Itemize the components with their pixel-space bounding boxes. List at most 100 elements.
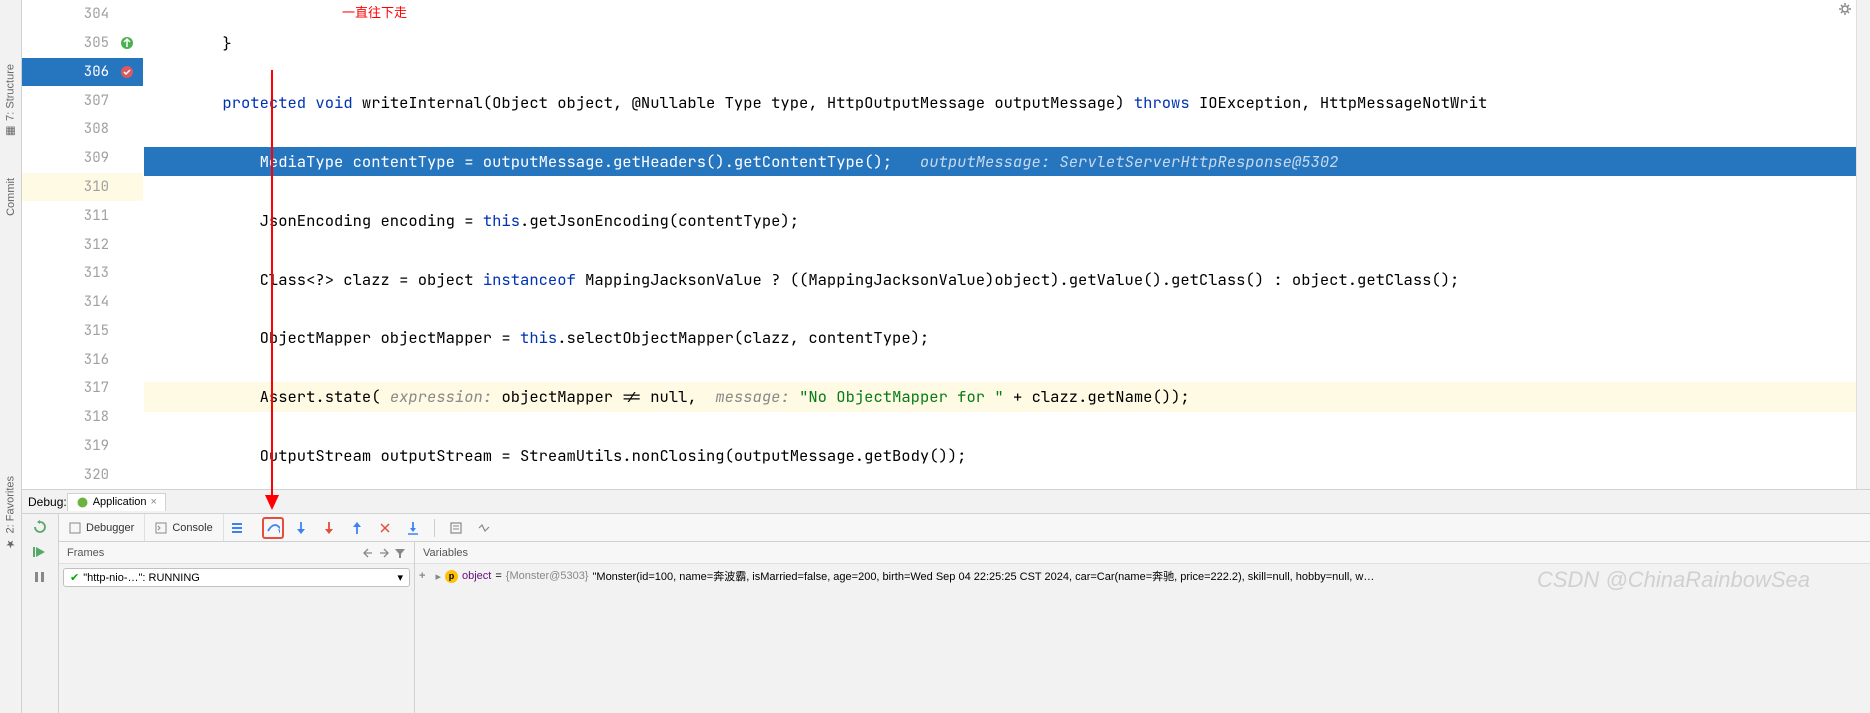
spring-icon: [76, 496, 89, 509]
trace-button[interactable]: [473, 517, 495, 539]
code-text: .selectObjectMapper(clazz, contentType);: [557, 327, 929, 348]
debug-toolbar: Debugger Console: [59, 514, 1870, 542]
evaluate-button[interactable]: [445, 517, 467, 539]
prev-frame-icon[interactable]: [362, 547, 374, 559]
console-tab[interactable]: Console: [145, 514, 223, 541]
keyword: this: [483, 210, 520, 231]
gear-icon[interactable]: [1838, 2, 1852, 16]
check-icon: ✔: [70, 571, 79, 584]
pane-title: Frames: [67, 547, 104, 559]
line-number: 304: [84, 5, 109, 23]
tab-label: Application: [93, 496, 147, 508]
code-text: writeInternal(Object object, @Nullable T…: [353, 92, 1134, 113]
favorites-label: 2: Favorites: [5, 476, 17, 533]
line-number: 309: [84, 149, 109, 167]
code-text: + clazz.getName());: [1004, 386, 1190, 407]
line-number: 319: [84, 437, 109, 455]
left-tool-sidebar: ▦ 7: Structure Commit ★ 2: Favorites: [0, 0, 22, 713]
debug-title: Debug:: [28, 495, 67, 509]
keyword: throws: [1134, 92, 1190, 113]
frames-pane: Frames ✔ "http-nio-…": RUNNING: [59, 542, 415, 713]
commit-label: Commit: [5, 178, 17, 216]
code-text: Assert.state(: [148, 386, 381, 407]
code-text: MediaType contentType = outputMessage.ge…: [148, 151, 892, 172]
editor-error-stripe[interactable]: [1856, 0, 1870, 489]
commit-tool-button[interactable]: Commit: [5, 178, 17, 216]
favorites-tool-button[interactable]: ★ 2: Favorites: [4, 476, 17, 550]
keyword: instanceof: [483, 269, 576, 290]
string-literal: "No ObjectMapper for ": [799, 386, 1004, 407]
structure-label: 7: Structure: [5, 64, 17, 121]
debug-tool-window: Debug: Application × 一直往下走: [22, 489, 1870, 713]
rerun-button[interactable]: [22, 514, 58, 539]
code-text: }: [148, 33, 232, 54]
editor-gutter: 304 305 306 307 308 309 310 311 312 313 …: [22, 0, 144, 489]
code-text: IOException, HttpMessageNotWrit: [1190, 92, 1488, 113]
thread-name: "http-nio-…": RUNNING: [83, 572, 397, 584]
step-into-button[interactable]: [290, 517, 312, 539]
debug-header: Debug: Application × 一直往下走: [22, 490, 1870, 514]
variable-type: {Monster@5303}: [506, 570, 589, 582]
code-editor[interactable]: 304 305 306 307 308 309 310 311 312 313 …: [22, 0, 1870, 489]
keyword: this: [520, 327, 557, 348]
code-text: Class<?> clazz = object: [148, 269, 483, 290]
separator: [434, 519, 435, 537]
code-text: MappingJacksonValue ? ((MappingJacksonVa…: [576, 269, 1460, 290]
line-number: 312: [84, 236, 109, 254]
line-number: 308: [84, 120, 109, 138]
filter-icon[interactable]: [394, 547, 406, 559]
close-icon[interactable]: ×: [151, 496, 157, 508]
code-text: ObjectMapper objectMapper =: [148, 327, 520, 348]
add-watch-icon[interactable]: +: [419, 570, 425, 582]
chevron-down-icon: ▾: [397, 571, 403, 584]
next-frame-icon[interactable]: [378, 547, 390, 559]
debug-inlay-hint: outputMessage: ServletServerHttpResponse…: [920, 151, 1339, 172]
force-step-into-button[interactable]: [318, 517, 340, 539]
run-to-cursor-button[interactable]: [402, 517, 424, 539]
debug-left-toolbar: [22, 514, 59, 713]
drop-frame-button[interactable]: [374, 517, 396, 539]
line-number: 310: [84, 178, 109, 196]
star-icon: ★: [4, 537, 17, 550]
code-text: JsonEncoding encoding =: [148, 210, 483, 231]
code-text: OutputStream outputStream = StreamUtils.…: [148, 445, 966, 466]
debug-run-config-tab[interactable]: Application ×: [67, 493, 166, 511]
line-number: 305: [84, 34, 109, 52]
console-icon: [155, 522, 167, 534]
pane-title: Variables: [423, 547, 468, 559]
line-number: 313: [84, 264, 109, 282]
expand-icon[interactable]: ▸: [435, 570, 441, 583]
thread-selector[interactable]: ✔ "http-nio-…": RUNNING ▾: [63, 568, 410, 587]
keyword: protected: [222, 92, 306, 113]
step-over-button[interactable]: [262, 517, 284, 539]
tab-label: Console: [172, 522, 212, 534]
line-number: 314: [84, 293, 109, 311]
pause-button[interactable]: [22, 564, 58, 589]
resume-button[interactable]: [22, 539, 58, 564]
line-number: 311: [84, 207, 109, 225]
variable-name: object: [462, 570, 491, 582]
override-icon[interactable]: [119, 35, 135, 51]
breakpoint-icon[interactable]: [119, 64, 135, 80]
debugger-tab[interactable]: Debugger: [59, 514, 145, 541]
code-text-area[interactable]: } protected void writeInternal(Object ob…: [144, 0, 1856, 489]
line-number: 317: [84, 379, 109, 397]
parameter-badge-icon: p: [445, 570, 458, 583]
threads-button[interactable]: [224, 514, 250, 541]
line-number: 315: [84, 322, 109, 340]
code-text: objectMapper != null,: [492, 386, 715, 407]
line-number: 316: [84, 351, 109, 369]
step-out-button[interactable]: [346, 517, 368, 539]
structure-tool-button[interactable]: ▦ 7: Structure: [4, 64, 17, 138]
line-number: 306: [84, 63, 109, 81]
tab-icon: [69, 522, 81, 534]
code-text: .getJsonEncoding(contentType);: [520, 210, 799, 231]
tab-label: Debugger: [86, 522, 134, 534]
line-number: 307: [84, 92, 109, 110]
watermark-text: CSDN @ChinaRainbowSea: [1537, 567, 1810, 593]
param-hint: expression:: [390, 386, 492, 407]
structure-icon: ▦: [4, 125, 17, 138]
keyword: void: [315, 92, 352, 113]
annotation-text: 一直往下走: [342, 2, 407, 21]
line-number: 320: [84, 466, 109, 484]
